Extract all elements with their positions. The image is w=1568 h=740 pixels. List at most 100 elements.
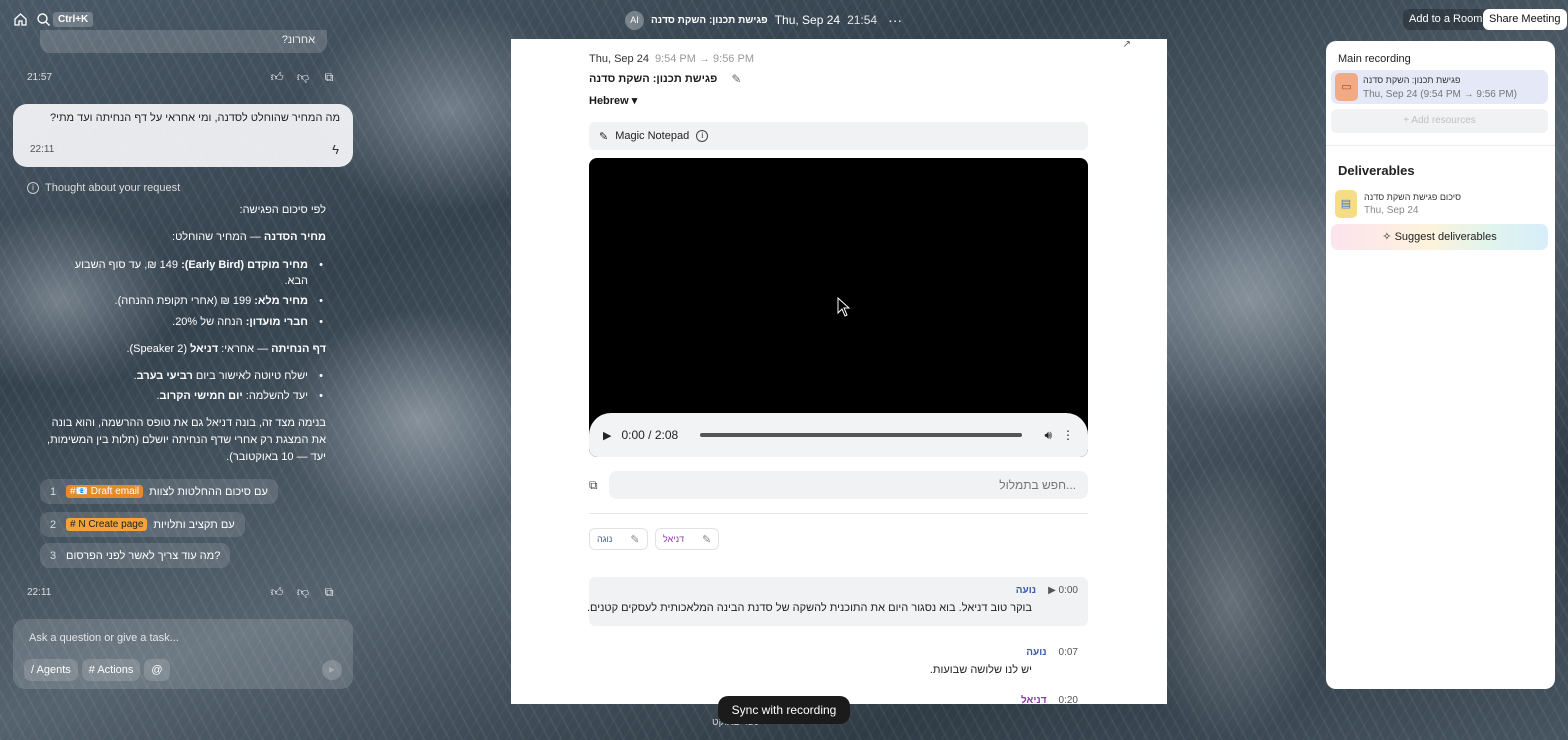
edit-speaker-icon[interactable]: ✎ xyxy=(702,533,711,546)
notepad-label: Magic Notepad xyxy=(615,130,690,142)
thumbs-up-icon[interactable]: 👍︎ xyxy=(264,585,290,600)
ask-box[interactable]: Ask a question or give a task... / Agent… xyxy=(13,619,353,689)
play-icon[interactable]: ▶ xyxy=(603,429,611,442)
paragraph-line: יעד — 10 באוקטובר). xyxy=(226,451,326,463)
meeting-date: Thu, Sep 24 xyxy=(589,53,649,65)
video-camera-icon: ▭ xyxy=(1335,73,1358,101)
meeting-page: ↗ Thu, Sep 24 9:54 PM → 9:56 PM פגישת תכנ… xyxy=(511,39,1167,704)
transcript-search[interactable] xyxy=(609,471,1088,499)
landing-heading: דף הנחיתה — אחראי: דניאל (Speaker 2). xyxy=(126,343,326,355)
segment-time[interactable]: 0:07 xyxy=(1059,647,1078,658)
user-message-time: 22:11 xyxy=(30,144,55,155)
suggestion-question[interactable]: 3 מה עוד צריך לאשר לפני הפרסום? xyxy=(40,543,231,568)
meeting-title-row: פגישת תכנון: השקת סדנה ✎ xyxy=(589,72,741,86)
ask-input[interactable]: Ask a question or give a task... xyxy=(29,632,179,644)
ai-avatar: AI xyxy=(625,10,644,30)
previous-message: אחרונ? xyxy=(40,30,327,53)
add-resources-button[interactable]: + Add resources xyxy=(1331,109,1548,133)
suggestion-draft-email[interactable]: 1 #📧 Draft email עם סיכום ההחלטות לצוות xyxy=(40,479,278,504)
edit-title-icon[interactable]: ✎ xyxy=(731,72,741,86)
mention-button[interactable]: @ xyxy=(144,659,170,681)
main-recording-card[interactable]: ▭ פגישת תכנון: השקת סדנה Thu, Sep 24 (9:… xyxy=(1331,70,1548,104)
message-time: 21:57 xyxy=(27,71,53,83)
notepad-icon: ✎ xyxy=(599,130,609,143)
answer-time: 22:11 xyxy=(27,586,52,598)
suggest-deliverables-button[interactable]: ✧ Suggest deliverables xyxy=(1331,224,1548,250)
deliverable-card[interactable]: ▤ סיכום פגישת השקת סדנה Thu, Sep 24 xyxy=(1331,188,1548,220)
thumbs-up-icon[interactable]: 👍︎ xyxy=(264,70,290,85)
share-meeting-button[interactable]: Share Meeting xyxy=(1483,9,1567,30)
landing-item: יעד להשלמה: יום חמישי הקרוב. xyxy=(156,388,322,405)
suggestion-text: מה עוד צריך לאשר לפני הפרסום? xyxy=(66,549,221,562)
progress-bar[interactable] xyxy=(700,433,1023,437)
segment-speaker[interactable]: נועה xyxy=(1026,647,1046,658)
meeting-datetime: Thu, Sep 24 9:54 PM → 9:56 PM xyxy=(589,53,754,65)
lightning-icon[interactable]: ϟ xyxy=(332,142,339,157)
info-icon[interactable]: i xyxy=(696,130,709,142)
meeting-page-title: פגישת תכנון: השקת סדנה xyxy=(589,73,718,85)
meeting-time: 21:54 xyxy=(847,13,878,27)
more-options-icon[interactable]: ··· xyxy=(888,12,902,28)
create-page-chip: # N Create page xyxy=(66,518,148,531)
segment-speaker[interactable]: דניאל xyxy=(1021,695,1047,704)
copy-transcript-icon[interactable]: ⧉ xyxy=(589,478,598,493)
thought-toggle[interactable]: i Thought about your request xyxy=(27,182,180,194)
suggestion-number: 2 xyxy=(50,518,57,531)
suggestion-create-page[interactable]: 2 # N Create page עם תקציב ותלויות xyxy=(40,512,245,537)
more-vertical-icon[interactable]: ⋮ xyxy=(1062,428,1074,442)
meeting-header: AI פגישת תכנון: השקת סדנה Thu, Sep 24 21… xyxy=(625,10,902,30)
transcript-search-input[interactable] xyxy=(609,478,1076,492)
paragraph-line: את המצגת רק אחרי שדף הנחיתה יושלם (תלות … xyxy=(47,434,326,446)
speaker-chip[interactable]: דניאל ✎ xyxy=(655,528,720,550)
draft-email-chip: #📧 Draft email xyxy=(66,485,144,498)
volume-icon[interactable]: 🔊︎ xyxy=(1044,428,1052,443)
transcript-segment[interactable]: נועה ▶ 0:00 בוקר טוב דניאל. בוא נסגור הי… xyxy=(587,577,1088,626)
segment-time[interactable]: ▶ 0:00 xyxy=(1048,585,1078,596)
segment-header: דניאל 0:20 xyxy=(1021,695,1078,704)
add-to-room-button[interactable]: Add to a Room xyxy=(1403,9,1489,30)
suggestion-number: 1 xyxy=(50,485,57,498)
speaker-chip[interactable]: נוגה ✎ xyxy=(589,528,648,550)
transcript-segment[interactable]: נועה 0:07 יש לנו שלושה שבועות. xyxy=(589,639,1088,679)
ask-chip-row: / Agents # Actions @ xyxy=(24,659,170,681)
meeting-title[interactable]: פגישת תכנון: השקת סדנה xyxy=(651,15,768,26)
meeting-date: Thu, Sep 24 xyxy=(774,13,841,27)
video-player[interactable]: ▶ 0:00 / 2:08 🔊︎ ⋮ xyxy=(589,158,1088,457)
expand-icon[interactable]: ↗ xyxy=(1123,39,1131,50)
recording-subtitle: Thu, Sep 24 (9:54 PM → 9:56 PM) xyxy=(1363,89,1517,100)
deliverable-date: Thu, Sep 24 xyxy=(1364,205,1419,216)
thumbs-down-icon[interactable]: 👎︎ xyxy=(290,70,316,85)
landing-item: ישלח טיוטה לאישור ביום רביעי בערב. xyxy=(134,368,324,385)
price-item-wrap: הבא. xyxy=(284,275,308,287)
deliverables-heading: Deliverables xyxy=(1338,163,1415,178)
copy-icon[interactable]: ⧉ xyxy=(316,585,342,600)
actions-button[interactable]: # Actions xyxy=(81,659,141,681)
suggestion-number: 3 xyxy=(50,549,57,562)
price-item: חברי מועדון: הנחה של 20%. xyxy=(172,314,323,331)
thumbs-down-icon[interactable]: 👎︎ xyxy=(290,585,316,600)
speaker-name: נוגה xyxy=(597,534,613,544)
segment-time[interactable]: 0:20 xyxy=(1059,695,1078,704)
send-icon[interactable]: ▶ xyxy=(322,660,342,680)
deliverable-title: סיכום פגישת השקת סדנה xyxy=(1364,192,1462,202)
magic-notepad[interactable]: ✎ Magic Notepad i xyxy=(589,122,1088,150)
search-icon[interactable] xyxy=(36,12,51,27)
divider xyxy=(589,513,1088,514)
player-time: 0:00 / 2:08 xyxy=(621,428,679,442)
suggestion-text: עם תקציב ותלויות xyxy=(153,518,235,531)
agents-button[interactable]: / Agents xyxy=(24,659,78,681)
home-icon[interactable] xyxy=(13,12,28,27)
user-question: מה המחיר שהוחלט לסדנה, ומי אחראי על דף ה… xyxy=(49,112,340,124)
copy-icon[interactable]: ⧉ xyxy=(316,70,342,85)
main-recording-label: Main recording xyxy=(1338,53,1411,65)
segment-speaker[interactable]: נועה xyxy=(1016,585,1036,596)
language-select[interactable]: Hebrew ▾ xyxy=(589,94,637,107)
summary-intro: לפי סיכום הפגישה: xyxy=(239,204,326,216)
edit-speaker-icon[interactable]: ✎ xyxy=(630,533,639,546)
audio-controls: ▶ 0:00 / 2:08 🔊︎ ⋮ xyxy=(589,413,1088,457)
thought-label: Thought about your request xyxy=(45,182,181,194)
sync-with-recording-button[interactable]: Sync with recording xyxy=(718,696,850,724)
segment-text: יש לנו שלושה שבועות. xyxy=(929,664,1032,676)
paragraph-line: בנימה מצד זה, בונה דניאל גם את טופס ההרש… xyxy=(51,417,326,429)
recording-title: פגישת תכנון: השקת סדנה xyxy=(1363,75,1461,85)
